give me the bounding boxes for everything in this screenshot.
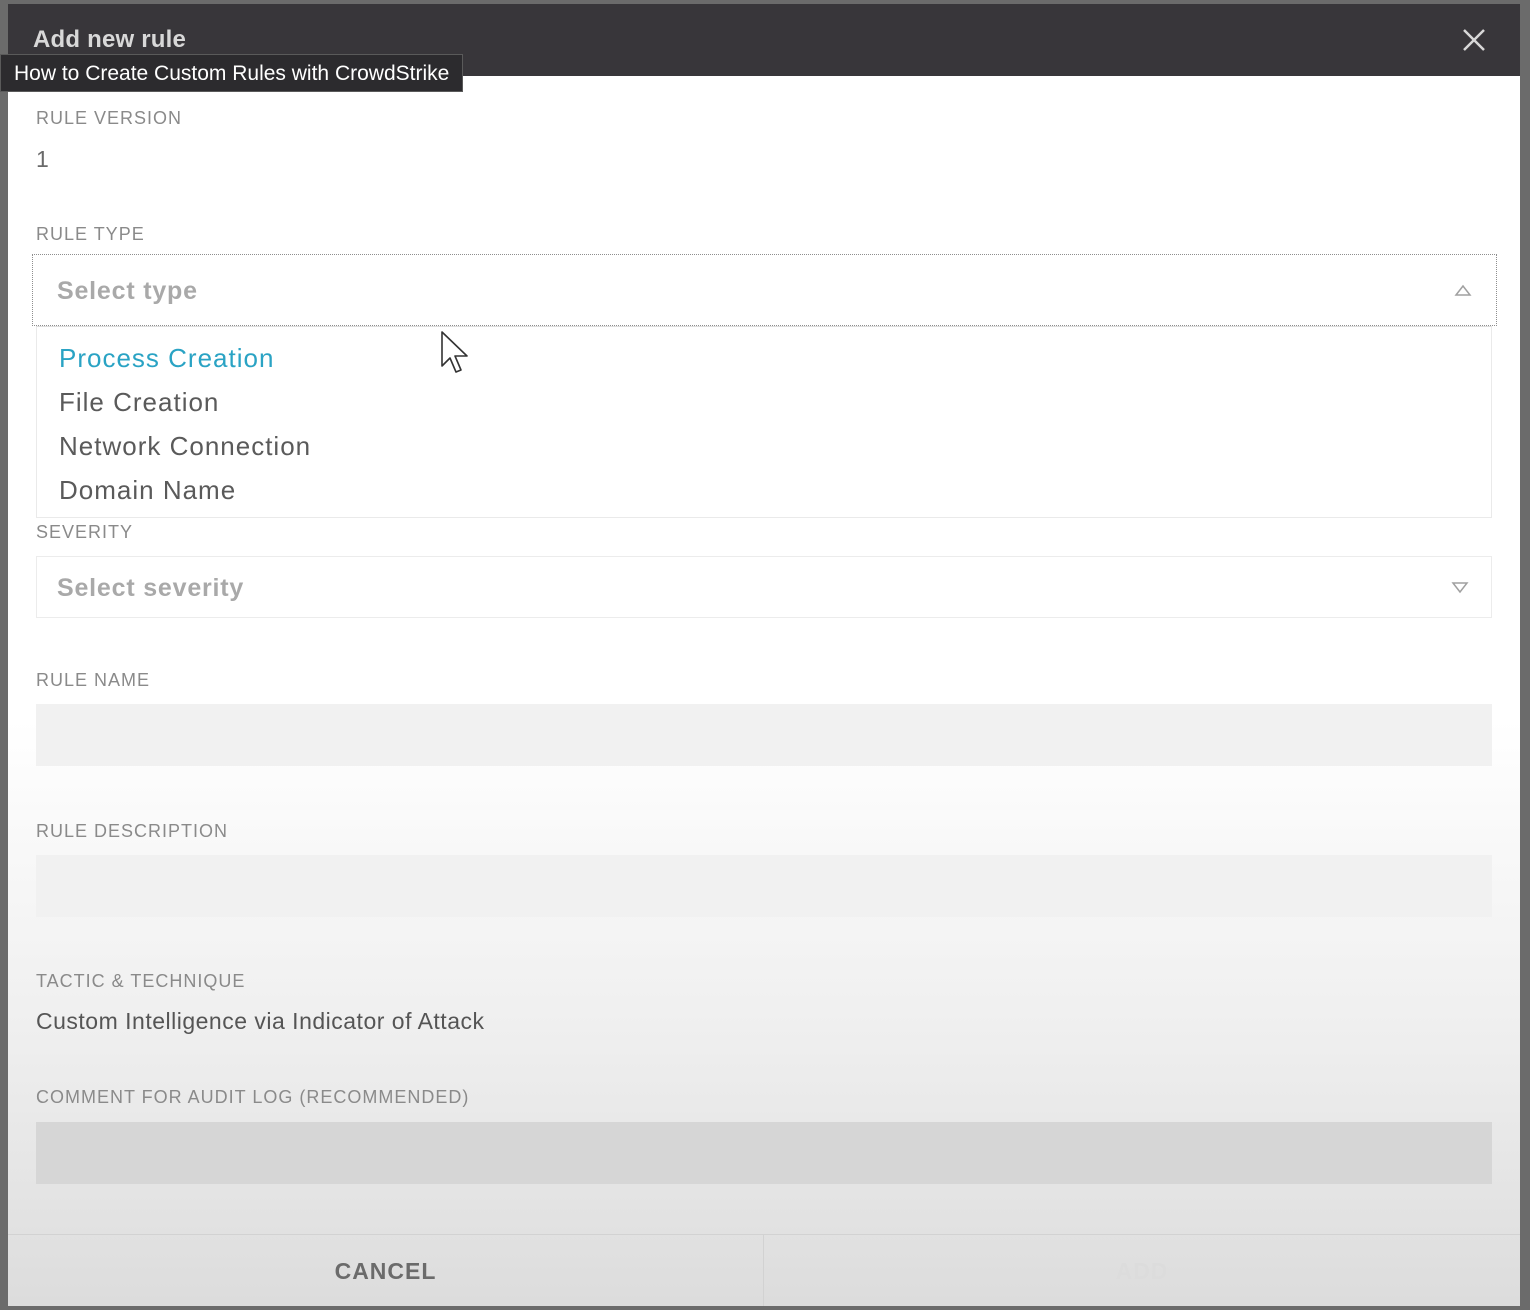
rule-name-label: RULE NAME — [36, 670, 151, 690]
chevron-down-icon — [1451, 582, 1469, 594]
modal-title: Add new rule — [33, 26, 187, 53]
rule-type-dropdown: Process Creation File Creation Network C… — [36, 326, 1492, 518]
severity-select[interactable]: Select severity — [36, 556, 1492, 618]
add-button[interactable]: ADD — [764, 1235, 1520, 1306]
cancel-button[interactable]: CANCEL — [8, 1235, 764, 1306]
rule-type-placeholder: Select type — [57, 277, 198, 305]
comment-label: COMMENT FOR AUDIT LOG (RECOMMENDED) — [36, 1087, 470, 1107]
mouse-pointer-icon — [441, 331, 468, 373]
rule-version-label: RULE VERSION — [36, 108, 183, 128]
tactic-technique-label: TACTIC & TECHNIQUE — [36, 971, 246, 991]
add-rule-modal: Add new rule RULE VERSION 1 RULE TYPE Se… — [8, 4, 1520, 1306]
option-network-connection[interactable]: Network Connection — [59, 431, 311, 462]
option-file-creation[interactable]: File Creation — [59, 387, 219, 418]
video-title-tooltip: How to Create Custom Rules with CrowdStr… — [0, 54, 464, 92]
rule-type-label: RULE TYPE — [36, 224, 145, 244]
rule-description-label: RULE DESCRIPTION — [36, 821, 229, 841]
rule-description-input[interactable] — [36, 855, 1492, 917]
rule-name-input[interactable] — [36, 704, 1492, 766]
rule-version-value: 1 — [36, 146, 50, 172]
tactic-technique-value: Custom Intelligence via Indicator of Att… — [36, 1008, 485, 1034]
close-icon — [1463, 29, 1485, 51]
chevron-up-icon — [1454, 284, 1472, 296]
severity-label: SEVERITY — [36, 522, 134, 542]
rule-type-select[interactable]: Select type — [32, 254, 1497, 326]
severity-placeholder: Select severity — [57, 574, 245, 602]
modal-footer: CANCEL ADD — [8, 1234, 1520, 1306]
option-process-creation[interactable]: Process Creation — [59, 343, 274, 374]
option-domain-name[interactable]: Domain Name — [59, 475, 236, 506]
comment-input[interactable] — [36, 1122, 1492, 1184]
close-button[interactable] — [1458, 24, 1490, 56]
